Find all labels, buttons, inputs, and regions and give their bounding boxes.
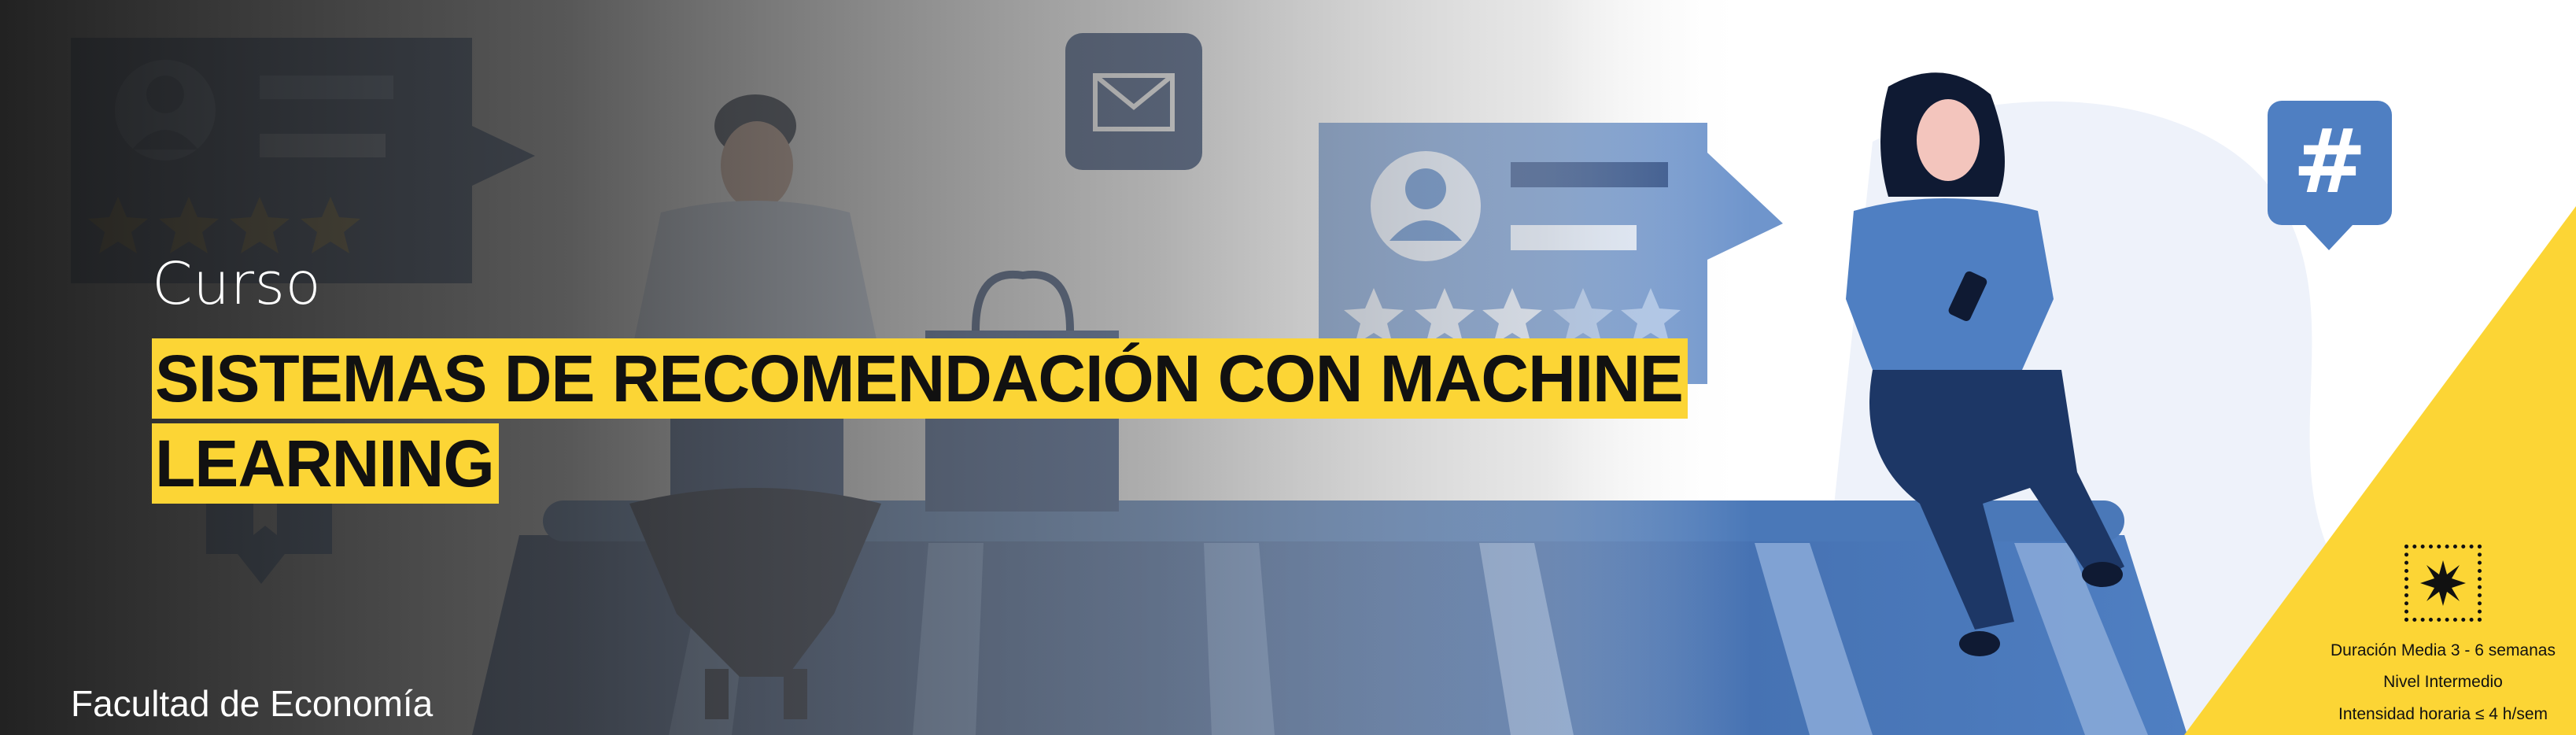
course-banner: # Curso SISTEMAS DE RECOMENDACIÓN C (0, 0, 2576, 735)
course-label: Curso (152, 250, 322, 318)
course-title-line-2: LEARNING (152, 423, 499, 504)
course-level: Nivel Intermedio (2383, 673, 2503, 691)
course-duration: Duración Media 3 - 6 semanas (2331, 641, 2556, 659)
starburst-icon (2404, 545, 2482, 622)
faculty-name: Facultad de Economía (71, 683, 434, 724)
course-intensity: Intensidad horaria ≤ 4 h/sem (2338, 705, 2548, 723)
course-title-line-1: SISTEMAS DE RECOMENDACIÓN CON MACHINE (152, 338, 1688, 419)
